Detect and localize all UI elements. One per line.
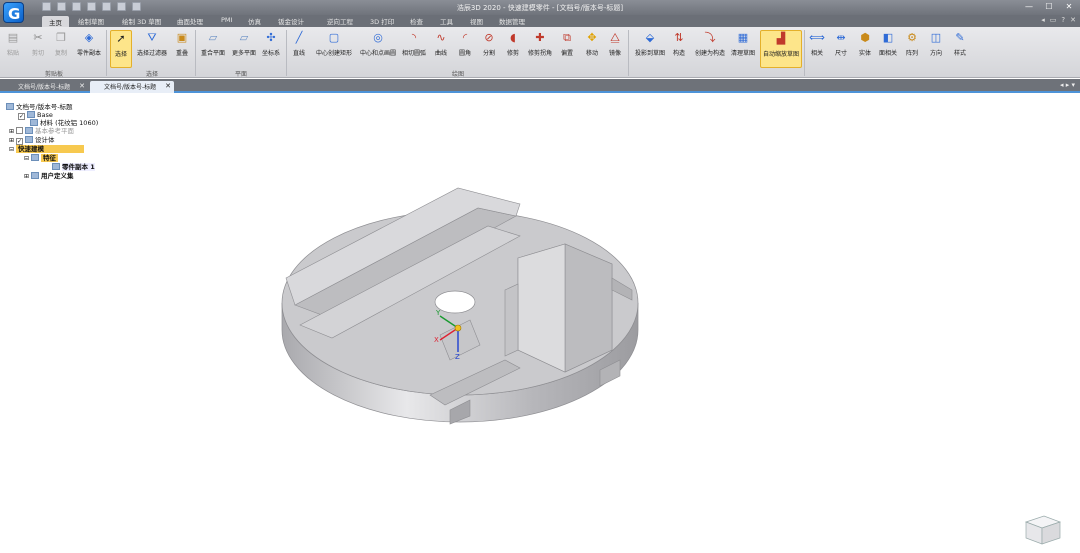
part-model[interactable] <box>281 187 639 425</box>
z-axis-label: Z <box>455 353 460 361</box>
app-logo[interactable]: G <box>3 2 24 23</box>
model-viewport: X Y Z <box>281 187 639 425</box>
y-axis-label: Y <box>435 309 441 317</box>
view-cube[interactable] <box>1020 512 1064 548</box>
x-axis-label: X <box>434 336 439 344</box>
